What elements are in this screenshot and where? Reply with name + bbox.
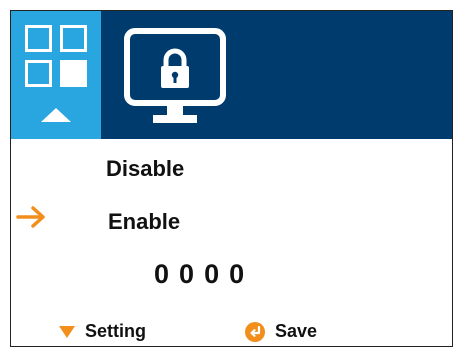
- pin-digit[interactable]: 0: [204, 259, 219, 290]
- arrow-right-icon: [16, 206, 45, 228]
- monitor-lock-icon: [124, 28, 226, 123]
- option-enable[interactable]: Enable: [108, 209, 180, 235]
- menu-tile[interactable]: [11, 11, 101, 139]
- pin-digit[interactable]: 0: [179, 259, 194, 290]
- setting-label: Setting: [85, 321, 146, 341]
- pin-code[interactable]: 0000: [154, 259, 254, 290]
- header-bar: [11, 11, 452, 139]
- triangle-down-icon: [59, 325, 75, 338]
- enter-icon: [245, 321, 265, 342]
- footer-hints: Setting Save: [11, 316, 452, 346]
- pin-digit[interactable]: 0: [154, 259, 169, 290]
- save-hint[interactable]: Save: [245, 321, 317, 342]
- triangle-up-icon: [41, 108, 71, 122]
- device-screen: Disable Enable 0000 Setting Save: [10, 10, 453, 347]
- pin-digit[interactable]: 0: [229, 259, 244, 290]
- setting-hint[interactable]: Setting: [59, 321, 146, 342]
- content-area: Disable Enable 0000 Setting Save: [11, 139, 452, 346]
- menu-grid-icon: [25, 25, 87, 87]
- option-disable[interactable]: Disable: [106, 156, 184, 182]
- save-label: Save: [275, 321, 318, 341]
